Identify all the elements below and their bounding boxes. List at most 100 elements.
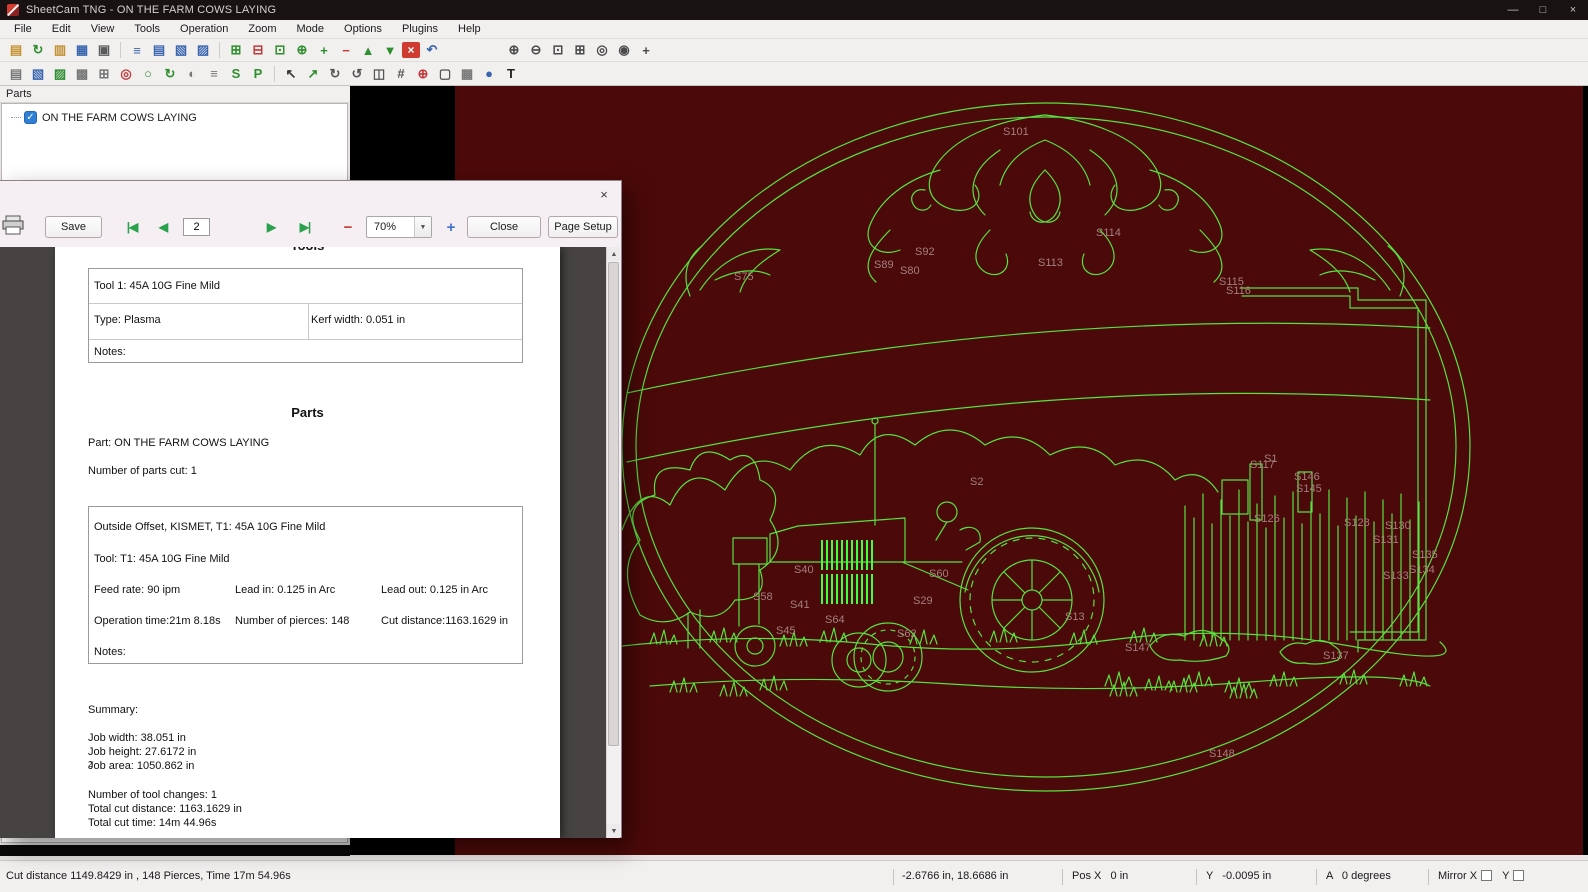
maximize-button[interactable]: □ bbox=[1528, 0, 1558, 20]
show-cut-path-icon[interactable]: ◐ bbox=[182, 65, 202, 83]
measure-icon[interactable]: # bbox=[391, 65, 411, 83]
path-start-icon[interactable]: ○ bbox=[138, 65, 158, 83]
menu-operation[interactable]: Operation bbox=[170, 21, 238, 38]
open-job-icon[interactable]: ▥ bbox=[50, 41, 70, 59]
show-material-icon[interactable]: ▤ bbox=[6, 65, 26, 83]
operation-info-box: Outside Offset, KISMET, T1: 45A 10G Fine… bbox=[88, 506, 523, 664]
add-part-icon[interactable]: ⊞ bbox=[226, 41, 246, 59]
zoom-material-icon[interactable]: ◉ bbox=[614, 41, 634, 59]
path-direction-icon[interactable]: ↻ bbox=[160, 65, 180, 83]
zoom-window-icon[interactable]: ⊡ bbox=[548, 41, 568, 59]
scrollbar-thumb[interactable] bbox=[608, 262, 619, 746]
parts-tree-item[interactable]: ✓ ON THE FARM COWS LAYING bbox=[2, 104, 347, 124]
show-origin-icon[interactable]: ◎ bbox=[116, 65, 136, 83]
close-preview-button[interactable]: Close bbox=[467, 216, 541, 238]
close-button[interactable]: × bbox=[1558, 0, 1588, 20]
preview-area: Tools Tool 1: 45A 10G Fine Mild Type: Pl… bbox=[0, 247, 620, 838]
save-button[interactable]: Save bbox=[45, 216, 102, 238]
mirror-part-icon[interactable]: ◫ bbox=[369, 65, 389, 83]
first-page-button[interactable]: |◀ bbox=[119, 216, 145, 238]
remove-part-icon[interactable]: ⊟ bbox=[248, 41, 268, 59]
zoom-in-icon[interactable]: ⊕ bbox=[504, 41, 524, 59]
parts-list-icon[interactable]: ▧ bbox=[171, 41, 191, 59]
path-label: S62 bbox=[897, 628, 917, 640]
path-tool-icon[interactable]: P bbox=[248, 65, 268, 83]
zoom-out-icon[interactable]: ⊖ bbox=[526, 41, 546, 59]
tool-type: Type: Plasma bbox=[94, 314, 161, 326]
material-options-icon[interactable]: ▤ bbox=[149, 41, 169, 59]
show-layers-icon[interactable]: ▧ bbox=[28, 65, 48, 83]
save-job-icon[interactable]: ▦ bbox=[72, 41, 92, 59]
remove-operation-icon[interactable]: − bbox=[336, 41, 356, 59]
status-separator bbox=[1062, 869, 1063, 885]
mirror-x-label: Mirror X bbox=[1438, 870, 1477, 882]
dialog-close-icon[interactable]: × bbox=[594, 186, 614, 203]
menu-plugins[interactable]: Plugins bbox=[392, 21, 448, 38]
selection-box-icon[interactable]: ▦ bbox=[457, 65, 477, 83]
print-icon[interactable]: ▣ bbox=[94, 41, 114, 59]
zoom-extents-icon[interactable]: ⊞ bbox=[570, 41, 590, 59]
title-bar: SheetCam TNG - ON THE FARM COWS LAYING —… bbox=[0, 0, 1588, 20]
path-label: S128 bbox=[1344, 517, 1370, 529]
tool-notes: Notes: bbox=[94, 346, 126, 358]
reload-drawing-icon[interactable]: ↻ bbox=[28, 41, 48, 59]
open-drawing-icon[interactable]: ▤ bbox=[6, 41, 26, 59]
next-page-button[interactable]: ▶ bbox=[260, 216, 282, 238]
undo-icon[interactable]: ↶ bbox=[422, 41, 442, 59]
show-rapids-icon[interactable]: ▩ bbox=[72, 65, 92, 83]
previous-page-button[interactable]: ◀ bbox=[152, 216, 174, 238]
scroll-down-icon[interactable]: ▼ bbox=[607, 824, 620, 838]
dialog-title-bar[interactable]: × bbox=[0, 181, 621, 207]
show-toolpaths-icon[interactable]: ▨ bbox=[50, 65, 70, 83]
chevron-down-icon[interactable]: ▼ bbox=[414, 217, 431, 237]
simulation-icon[interactable]: ● bbox=[479, 65, 499, 83]
minimize-button[interactable]: — bbox=[1498, 0, 1528, 20]
page-setup-button[interactable]: Page Setup bbox=[548, 216, 618, 238]
menu-tools[interactable]: Tools bbox=[124, 21, 170, 38]
last-page-button[interactable]: ▶| bbox=[292, 216, 318, 238]
zoom-level-select[interactable]: 70% ▼ bbox=[366, 216, 432, 238]
print-icon[interactable] bbox=[2, 215, 24, 238]
select-arrow-icon[interactable]: ↖ bbox=[281, 65, 301, 83]
operation-notes: Notes: bbox=[94, 646, 126, 658]
menu-options[interactable]: Options bbox=[334, 21, 392, 38]
mirror-y-checkbox[interactable] bbox=[1513, 870, 1524, 881]
menu-view[interactable]: View bbox=[81, 21, 125, 38]
delete-icon[interactable]: × bbox=[402, 42, 420, 58]
part-checkbox-icon[interactable]: ✓ bbox=[24, 111, 37, 124]
add-operation-icon[interactable]: + bbox=[314, 41, 334, 59]
print-preview-dialog: × Save |◀ ◀ ▶ ▶| − 70% ▼ + Close Page Se… bbox=[0, 180, 622, 838]
operation-tool: Tool: T1: 45A 10G Fine Mild bbox=[94, 553, 230, 565]
duplicate-part-icon[interactable]: ⊡ bbox=[270, 41, 290, 59]
job-options-icon[interactable]: ≡ bbox=[127, 41, 147, 59]
show-grid-icon[interactable]: ⊞ bbox=[94, 65, 114, 83]
lead-out: Lead out: 0.125 in Arc bbox=[381, 584, 488, 596]
select-contour-icon[interactable]: ↗ bbox=[303, 65, 323, 83]
page-number-input[interactable] bbox=[183, 218, 210, 236]
zoom-in-button[interactable]: + bbox=[441, 216, 461, 238]
move-up-icon[interactable]: ▲ bbox=[358, 41, 378, 59]
menu-edit[interactable]: Edit bbox=[42, 21, 81, 38]
rotate-cw-icon[interactable]: ↻ bbox=[325, 65, 345, 83]
menu-zoom[interactable]: Zoom bbox=[238, 21, 286, 38]
rotate-ccw-icon[interactable]: ↺ bbox=[347, 65, 367, 83]
import-part-icon[interactable]: ⊕ bbox=[292, 41, 312, 59]
cut-distance: Cut distance:1163.1629 in bbox=[381, 615, 508, 627]
menu-mode[interactable]: Mode bbox=[286, 21, 334, 38]
path-label: S64 bbox=[825, 614, 845, 626]
show-part-names-icon[interactable]: ≡ bbox=[204, 65, 224, 83]
mirror-x-checkbox[interactable] bbox=[1481, 870, 1492, 881]
set-origin-icon[interactable]: ⊕ bbox=[413, 65, 433, 83]
scroll-up-icon[interactable]: ▲ bbox=[607, 247, 620, 261]
zoom-out-button[interactable]: − bbox=[338, 216, 358, 238]
spline-tool-icon[interactable]: S bbox=[226, 65, 246, 83]
menu-file[interactable]: File bbox=[4, 21, 42, 38]
operations-list-icon[interactable]: ▨ bbox=[193, 41, 213, 59]
text-tool-icon[interactable]: T bbox=[501, 65, 521, 83]
menu-help[interactable]: Help bbox=[448, 21, 491, 38]
plate-marker-icon[interactable]: ▢ bbox=[435, 65, 455, 83]
zoom-drawing-icon[interactable]: ◎ bbox=[592, 41, 612, 59]
preview-scrollbar[interactable]: ▲ ▼ bbox=[606, 247, 620, 838]
move-down-icon[interactable]: ▼ bbox=[380, 41, 400, 59]
pan-view-icon[interactable]: + bbox=[636, 41, 656, 59]
